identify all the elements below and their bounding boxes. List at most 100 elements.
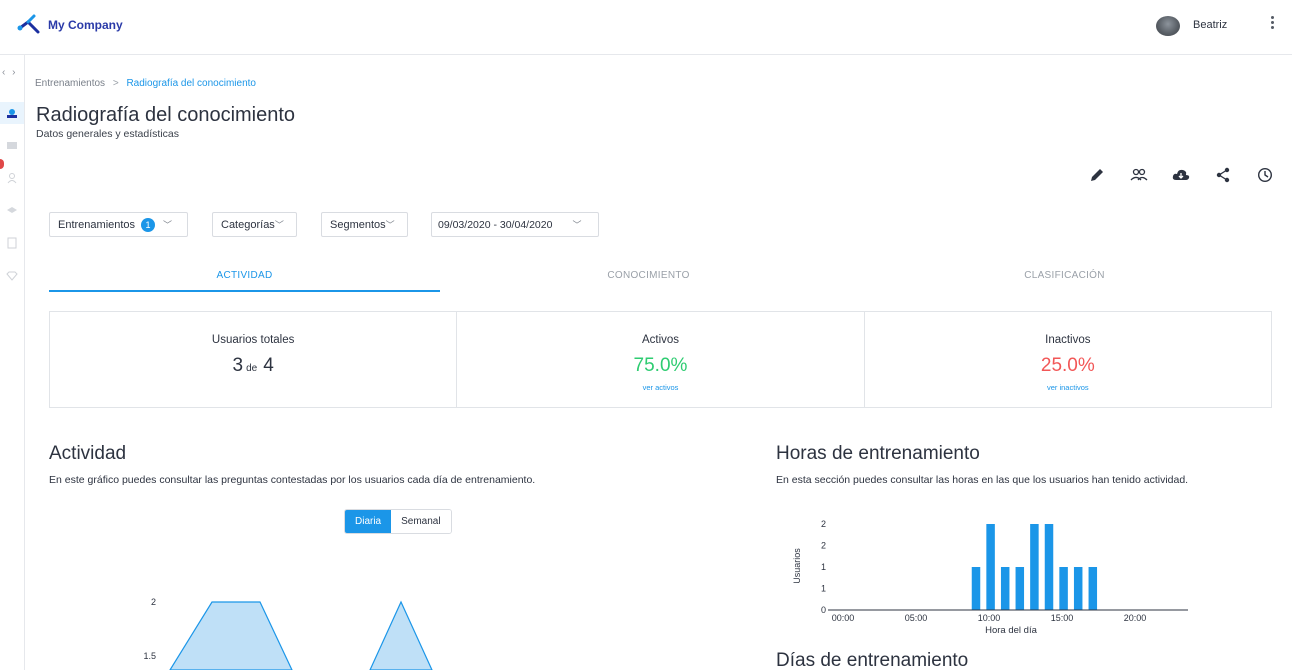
hours-x-tick: 20:00 — [1124, 613, 1147, 623]
cloud-download-icon — [1172, 169, 1190, 180]
activity-period-toggle: Diaria Semanal — [344, 509, 452, 534]
hours-y-tick: 1 — [821, 562, 826, 572]
users-icon — [1130, 168, 1148, 181]
hours-bars — [971, 524, 1098, 610]
chevron-down-icon: ﹀ — [163, 220, 173, 230]
document-icon — [7, 237, 17, 249]
activity-description: En este gráfico puedes consultar las pre… — [49, 474, 536, 486]
date-range-value: 09/03/2020 - 30/04/2020 — [438, 218, 553, 231]
hours-bar — [1030, 524, 1039, 610]
hours-x-tick: 10:00 — [978, 613, 1001, 623]
share-button[interactable] — [1214, 166, 1232, 184]
stat-active-value: 75.0% — [633, 355, 688, 376]
chevron-down-icon: ﹀ — [385, 220, 395, 230]
avatar[interactable] — [1156, 16, 1180, 36]
breadcrumb: Entrenamientos > Radiografía del conocim… — [35, 78, 256, 89]
daily-toggle-button[interactable]: Diaria — [345, 510, 392, 533]
categories-filter-label: Categorías — [221, 218, 275, 231]
hours-chart: 0 1 1 2 2 00:00 05:00 10:00 15:00 20:00 Hora del… — [792, 519, 1188, 636]
categories-filter[interactable]: Categorías ﹀ — [212, 212, 297, 237]
download-button[interactable] — [1172, 166, 1190, 184]
user-name[interactable]: Beatriz — [1193, 19, 1227, 31]
hours-y-tick: 2 — [821, 519, 826, 529]
history-icon — [1257, 167, 1273, 183]
users-button[interactable] — [1130, 166, 1148, 184]
user-icon — [7, 173, 17, 184]
hours-x-ticks: 00:00 05:00 10:00 15:00 20:00 — [832, 613, 1147, 623]
activity-area — [369, 600, 433, 670]
view-active-link[interactable]: ver activos — [457, 383, 863, 392]
hours-bar — [1015, 567, 1025, 610]
stat-active: Activos 75.0% ver activos — [457, 312, 865, 407]
activity-y-tick: 2 — [151, 597, 156, 607]
stat-inactive-label: Inactivos — [1045, 334, 1091, 346]
stat-inactive: Inactivos 25.0% ver inactivos — [865, 312, 1271, 407]
sidebar-item-users[interactable] — [0, 167, 24, 189]
stat-inactive-value: 25.0% — [1040, 355, 1095, 376]
stat-total-value-row: 3 de 4 — [50, 355, 456, 377]
hours-description: En esta sección puedes consultar las hor… — [776, 474, 1189, 486]
weekly-toggle-button[interactable]: Semanal — [391, 510, 451, 533]
sidebar-item-training[interactable] — [0, 200, 24, 222]
top-bar: My Company Beatriz — [0, 0, 1292, 55]
segments-filter-label: Segmentos — [330, 218, 386, 231]
hours-x-tick: 15:00 — [1051, 613, 1074, 623]
stat-total-label: Usuarios totales — [211, 334, 295, 346]
stat-total-active-count: 3 — [232, 355, 244, 376]
edit-icon — [1091, 169, 1103, 181]
sidebar-item-chat[interactable] — [0, 135, 24, 157]
company-logo-icon[interactable] — [16, 12, 42, 38]
trainings-filter[interactable]: Entrenamientos 1 ﹀ — [49, 212, 188, 237]
activity-y-tick: 1.5 — [143, 651, 156, 661]
hours-x-tick: 00:00 — [832, 613, 855, 623]
days-title: Días de entrenamiento — [776, 650, 969, 671]
stat-total-of: de — [246, 363, 258, 374]
chevron-down-icon: ﹀ — [572, 220, 582, 230]
stat-total-users: Usuarios totales 3 de 4 — [50, 312, 458, 407]
trainings-count-badge: 1 — [141, 217, 156, 232]
hours-bar — [1000, 567, 1010, 610]
diamond-icon — [6, 271, 18, 281]
breadcrumb-current: Radiografía del conocimiento — [126, 78, 256, 89]
sidebar: ‹ › — [0, 55, 25, 670]
sidebar-collapse-toggle[interactable]: ‹ › — [2, 67, 17, 78]
hours-bar — [1059, 567, 1068, 610]
company-name[interactable]: My Company — [48, 18, 123, 32]
page-subtitle: Datos generales y estadísticas — [36, 128, 179, 140]
breadcrumb-parent[interactable]: Entrenamientos — [35, 78, 105, 89]
hours-x-tick: 05:00 — [905, 613, 928, 623]
tab-activity[interactable]: ACTIVIDAD — [49, 270, 440, 292]
page-title: Radiografía del conocimiento — [36, 104, 296, 126]
sidebar-item-rewards[interactable] — [0, 265, 24, 287]
activity-chart: 2 1.5 — [143, 597, 433, 670]
graduation-cap-icon — [7, 207, 17, 213]
hours-y-tick: 1 — [821, 584, 826, 594]
trainings-filter-label: Entrenamientos — [58, 218, 136, 231]
chevron-down-icon: ﹀ — [274, 220, 284, 230]
edit-button[interactable] — [1088, 166, 1106, 184]
history-button[interactable] — [1256, 166, 1274, 184]
tab-classification[interactable]: CLASIFICACIÓN — [869, 270, 1260, 292]
chat-icon — [7, 142, 17, 149]
activity-area — [169, 601, 293, 670]
hours-bar — [1073, 567, 1083, 610]
tab-knowledge[interactable]: CONOCIMIENTO — [453, 270, 844, 292]
hours-bar — [986, 524, 995, 610]
hours-bar — [1088, 567, 1098, 610]
more-options-icon[interactable] — [1268, 14, 1276, 34]
sidebar-item-dashboard[interactable] — [0, 102, 24, 124]
hours-bar — [1044, 524, 1054, 610]
hours-title: Horas de entrenamiento — [776, 443, 980, 464]
hours-y-tick: 2 — [821, 541, 826, 551]
hours-y-ticks: 0 1 1 2 2 — [821, 519, 826, 615]
hours-y-label: Usuarios — [792, 548, 802, 584]
segments-filter[interactable]: Segmentos ﹀ — [321, 212, 408, 237]
hours-y-tick: 0 — [821, 605, 826, 615]
sidebar-item-reports[interactable] — [0, 232, 24, 254]
hours-bar — [971, 567, 981, 610]
activity-title: Actividad — [49, 443, 127, 464]
date-range-filter[interactable]: 09/03/2020 - 30/04/2020 ﹀ — [431, 212, 599, 237]
stat-total-count: 4 — [263, 355, 274, 376]
breadcrumb-separator: > — [112, 78, 119, 89]
view-inactive-link[interactable]: ver inactivos — [865, 383, 1271, 392]
